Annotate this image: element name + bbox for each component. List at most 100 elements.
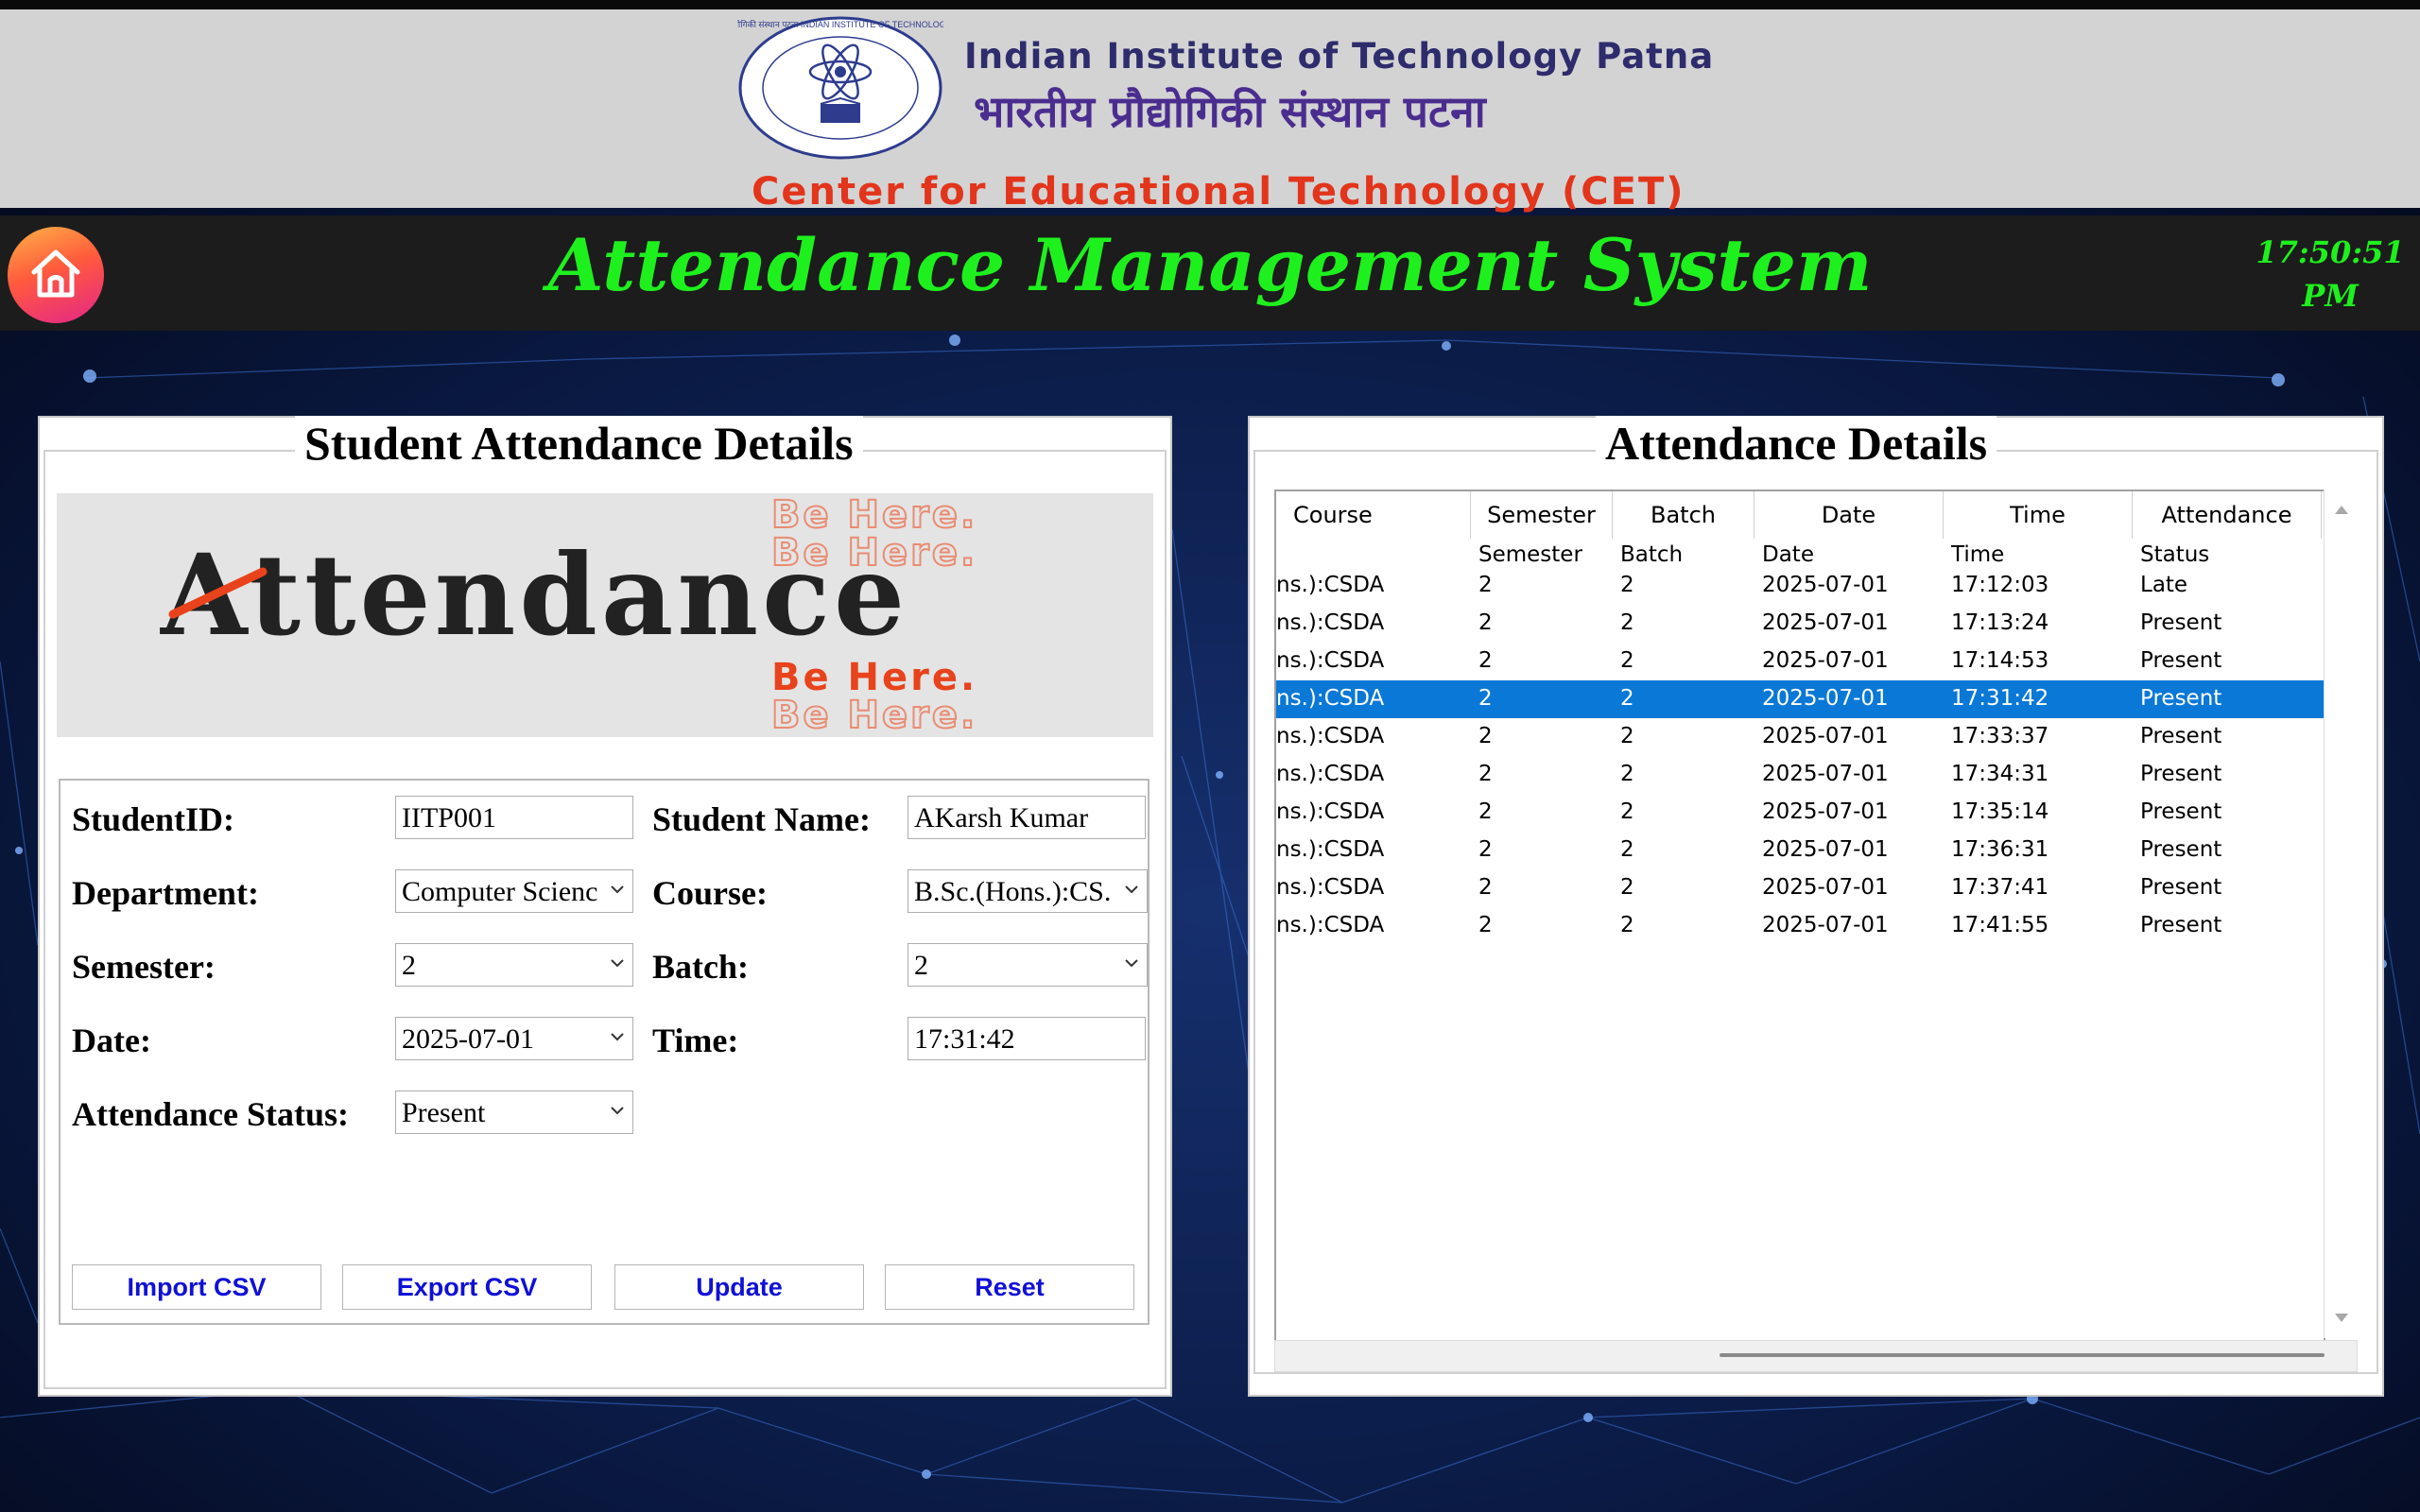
table-cell: Present [2140, 724, 2222, 748]
date-value: 2025-07-01 [402, 1023, 534, 1055]
subheader-semester: Semester [1478, 542, 1582, 567]
student-name-label: Student Name: [652, 800, 871, 838]
attendance-details-title: Attendance Details [1596, 416, 1997, 471]
table-cell: 2 [1478, 573, 1493, 597]
time-label: Time: [652, 1022, 739, 1059]
horizontal-scroll-thumb[interactable] [1720, 1353, 2325, 1357]
table-cell: Present [2140, 648, 2222, 673]
clock-time: 17:50:51 [2256, 234, 2405, 270]
banner-tagline: Be Here. [770, 693, 978, 738]
table-cell: 2 [1478, 762, 1493, 786]
table-cell: 2025-07-01 [1762, 724, 1889, 748]
table-cell: 2025-07-01 [1762, 686, 1889, 711]
table-row[interactable]: ns.):CSDA 2 2 2025-07-01 17:33:37 Present [1276, 718, 2324, 756]
course-select[interactable]: B.Sc.(Hons.):CS. [908, 869, 1148, 913]
batch-select[interactable]: 2 [908, 943, 1148, 987]
attendance-status-value: Present [402, 1097, 486, 1128]
table-cell: 2 [1620, 762, 1634, 786]
table-cell: ns.):CSDA [1276, 724, 1385, 748]
column-header-batch[interactable]: Batch [1613, 491, 1754, 539]
subheader-date: Date [1762, 542, 1814, 567]
course-label: Course: [652, 874, 768, 912]
student-name-field[interactable]: AKarsh Kumar [908, 796, 1146, 839]
table-cell: 17:34:31 [1951, 762, 2049, 786]
table-cell: 2 [1620, 724, 1634, 748]
clock-ampm: PM [2302, 278, 2359, 314]
subheader-batch: Batch [1620, 542, 1684, 567]
table-row[interactable]: ns.):CSDA 2 2 2025-07-01 17:34:31 Present [1276, 756, 2324, 794]
table-cell: 2 [1620, 837, 1634, 862]
table-cell: Present [2140, 610, 2222, 635]
app-title: Attendance Management System [547, 223, 1873, 307]
horizontal-scrollbar[interactable] [1274, 1340, 2358, 1372]
table-cell: ns.):CSDA [1276, 837, 1385, 862]
chevron-down-icon [1125, 885, 1138, 894]
column-header-course[interactable]: Course [1276, 491, 1471, 539]
table-cell: 2025-07-01 [1762, 799, 1889, 824]
table-cell: 2 [1620, 648, 1634, 673]
table-cell: ns.):CSDA [1276, 913, 1385, 937]
table-row[interactable]: ns.):CSDA 2 2 2025-07-01 17:31:42 Present [1276, 680, 2324, 718]
table-cell: 2 [1478, 913, 1493, 937]
chevron-down-icon [611, 1033, 624, 1041]
department-select[interactable]: Computer Scienc [395, 869, 633, 913]
attendance-table[interactable]: Course Semester Batch Date Time Attendan… [1274, 490, 2325, 1342]
column-header-time[interactable]: Time [1944, 491, 2133, 539]
table-cell: Present [2140, 799, 2222, 824]
table-row[interactable]: ns.):CSDA 2 2 2025-07-01 17:13:24 Present [1276, 605, 2324, 643]
table-row[interactable]: ns.):CSDA 2 2 2025-07-01 17:14:53 Present [1276, 643, 2324, 680]
chevron-down-icon [611, 959, 624, 968]
table-row[interactable]: ns.):CSDA 2 2 2025-07-01 17:35:14 Present [1276, 794, 2324, 832]
table-cell: 2 [1620, 875, 1634, 900]
scroll-up-icon[interactable] [2325, 495, 2359, 524]
seal-text: भारतीय प्रौद्योगिकी संस्थान पटना INDIAN … [737, 19, 943, 29]
table-cell: 2 [1478, 724, 1493, 748]
vertical-scrollbar[interactable] [2324, 490, 2359, 1338]
date-label: Date: [72, 1022, 151, 1059]
column-header-date[interactable]: Date [1754, 491, 1944, 539]
table-cell: 17:37:41 [1951, 875, 2049, 900]
scroll-down-icon[interactable] [2325, 1304, 2359, 1332]
attendance-status-select[interactable]: Present [395, 1091, 633, 1134]
table-cell: 2025-07-01 [1762, 573, 1889, 597]
export-csv-button[interactable]: Export CSV [342, 1264, 592, 1310]
semester-select[interactable]: 2 [395, 943, 633, 987]
table-row[interactable]: ns.):CSDA 2 2 2025-07-01 17:12:03 Late [1276, 567, 2324, 605]
table-row[interactable]: ns.):CSDA 2 2 2025-07-01 17:37:41 Present [1276, 869, 2324, 907]
table-cell: ns.):CSDA [1276, 573, 1385, 597]
subheader-status: Status [2140, 542, 2210, 567]
table-cell: 17:13:24 [1951, 610, 2049, 635]
import-csv-button[interactable]: Import CSV [72, 1264, 321, 1310]
department-label: Department: [72, 874, 259, 912]
date-picker[interactable]: 2025-07-01 [395, 1017, 633, 1060]
table-cell: 2025-07-01 [1762, 610, 1889, 635]
table-cell: ns.):CSDA [1276, 686, 1385, 711]
update-button[interactable]: Update [614, 1264, 864, 1310]
table-cell: 2025-07-01 [1762, 913, 1889, 937]
clock: 17:50:51 PM [2250, 231, 2411, 318]
table-cell: 2 [1478, 648, 1493, 673]
table-cell: Present [2140, 762, 2222, 786]
student-id-field[interactable]: IITP001 [395, 796, 633, 839]
department-value: Computer Scienc [402, 876, 598, 907]
column-header-semester[interactable]: Semester [1471, 491, 1613, 539]
time-field[interactable]: 17:31:42 [908, 1017, 1146, 1060]
table-cell: ns.):CSDA [1276, 762, 1385, 786]
column-header-attendance[interactable]: Attendance [2133, 491, 2322, 539]
attendance-status-label: Attendance Status: [72, 1095, 349, 1133]
table-cell: Present [2140, 837, 2222, 862]
batch-label: Batch: [652, 948, 749, 986]
reset-button[interactable]: Reset [885, 1264, 1134, 1310]
table-cell: Present [2140, 875, 2222, 900]
table-row[interactable]: ns.):CSDA 2 2 2025-07-01 17:41:55 Present [1276, 907, 2324, 945]
table-row[interactable]: ns.):CSDA 2 2 2025-07-01 17:36:31 Present [1276, 832, 2324, 869]
table-cell: ns.):CSDA [1276, 875, 1385, 900]
table-cell: Present [2140, 913, 2222, 937]
student-id-label: StudentID: [72, 800, 235, 838]
chevron-down-icon [611, 885, 624, 894]
course-value: B.Sc.(Hons.):CS. [914, 876, 1112, 907]
top-black-strip [0, 0, 2420, 9]
table-cell: 2 [1620, 913, 1634, 937]
chevron-down-icon [1125, 959, 1138, 968]
banner-attendance-word: Attendance [161, 529, 909, 661]
